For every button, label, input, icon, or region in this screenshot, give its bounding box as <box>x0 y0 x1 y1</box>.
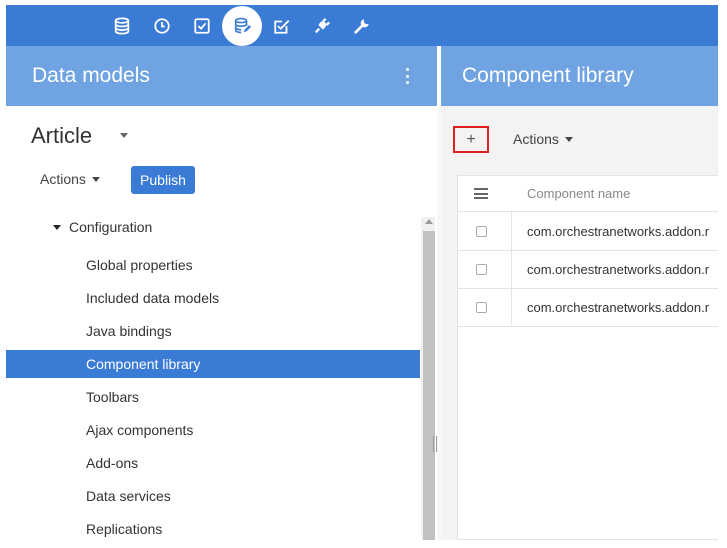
tree-node-label: Configuration <box>69 219 153 235</box>
actions-label: Actions <box>513 131 559 147</box>
tree-item-included-data-models[interactable]: Included data models <box>6 284 420 312</box>
caret-down-icon <box>564 136 573 142</box>
column-header-component-name[interactable]: Component name <box>527 186 630 201</box>
configuration-tree: Configuration Global properties Included… <box>6 213 420 540</box>
tree-item-component-library[interactable]: Component library <box>6 350 420 378</box>
components-table: Component name com.orchestranetworks.add… <box>457 175 718 540</box>
table-row[interactable]: com.orchestranetworks.addon.r <box>458 289 718 327</box>
tree-item-replications[interactable]: Replications <box>6 515 420 540</box>
splitter-grip-icon[interactable] <box>433 436 437 452</box>
scrollbar-thumb[interactable] <box>423 231 435 540</box>
checkbox-icon[interactable] <box>187 11 217 41</box>
component-name-cell: com.orchestranetworks.addon.r <box>527 262 710 277</box>
validation-icon[interactable] <box>267 11 297 41</box>
tree-item-global-properties[interactable]: Global properties <box>6 251 420 279</box>
chevron-down-icon[interactable] <box>120 133 128 138</box>
row-checkbox[interactable] <box>476 302 487 313</box>
top-toolbar <box>6 5 718 46</box>
plug-icon[interactable] <box>307 11 337 41</box>
column-menu-icon[interactable] <box>474 188 488 199</box>
tree-item-add-ons[interactable]: Add-ons <box>6 449 420 477</box>
wrench-icon[interactable] <box>347 11 377 41</box>
tree-node-configuration[interactable]: Configuration <box>53 219 152 235</box>
tree-item-data-services[interactable]: Data services <box>6 482 420 510</box>
tree-item-java-bindings[interactable]: Java bindings <box>6 317 420 345</box>
caret-down-icon <box>91 176 100 182</box>
more-options-icon[interactable] <box>401 65 413 87</box>
actions-label: Actions <box>40 171 86 187</box>
row-checkbox[interactable] <box>476 226 487 237</box>
scroll-up-arrow-icon[interactable] <box>425 219 433 224</box>
model-selector[interactable]: Article <box>31 123 92 149</box>
component-name-cell: com.orchestranetworks.addon.r <box>527 224 710 239</box>
database-icon[interactable] <box>107 11 137 41</box>
actions-menu[interactable]: Actions <box>513 131 573 147</box>
tree-item-toolbars[interactable]: Toolbars <box>6 383 420 411</box>
data-model-icon[interactable] <box>222 6 262 46</box>
panel-title: Component library <box>462 64 634 87</box>
actions-menu[interactable]: Actions <box>40 171 100 187</box>
tree-item-ajax-components[interactable]: Ajax components <box>6 416 420 444</box>
clock-icon[interactable] <box>147 11 177 41</box>
publish-button[interactable]: Publish <box>131 166 195 194</box>
row-checkbox[interactable] <box>476 264 487 275</box>
table-row[interactable]: com.orchestranetworks.addon.r <box>458 213 718 251</box>
app-window: Data models Article Actions Publish Conf… <box>6 5 718 540</box>
component-name-cell: com.orchestranetworks.addon.r <box>527 300 710 315</box>
add-button[interactable]: + <box>453 126 489 153</box>
data-models-header: Data models <box>6 46 437 106</box>
panel-title: Data models <box>32 64 150 87</box>
table-header: Component name <box>458 176 718 212</box>
expand-caret-icon[interactable] <box>53 224 61 230</box>
table-row[interactable]: com.orchestranetworks.addon.r <box>458 251 718 289</box>
component-library-header: Component library <box>441 46 718 106</box>
